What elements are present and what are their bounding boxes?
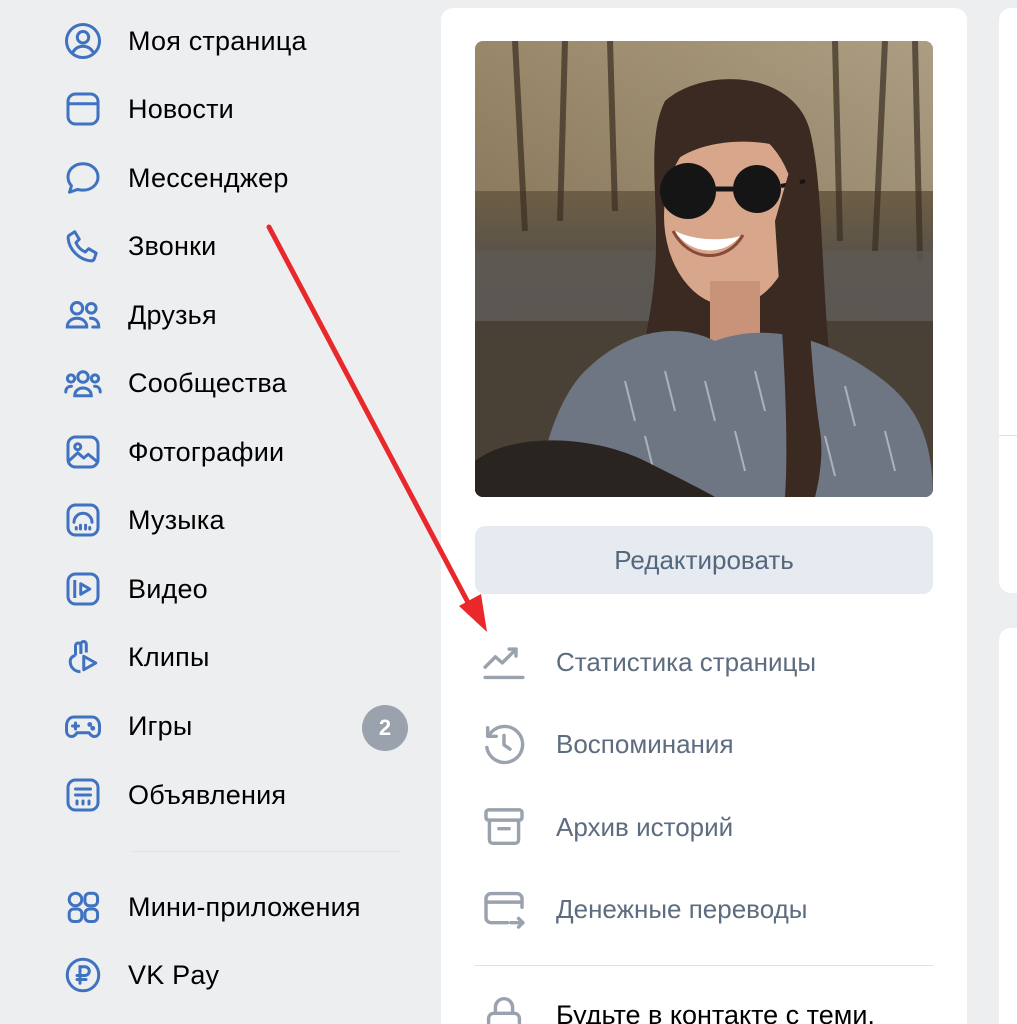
phone-icon [58,221,108,271]
sidebar-item-label: Музыка [128,504,225,535]
sidebar-item-mini-apps[interactable]: Мини-приложения [62,882,422,932]
friends-icon [58,290,108,340]
photo-icon [58,427,108,477]
sidebar-item-label: Клипы [128,641,210,672]
news-icon [58,84,108,134]
user-circle-icon [58,16,108,66]
sidebar-item-label: Звонки [128,230,217,261]
clips-icon [58,632,108,682]
sidebar-item-label: Сообщества [128,367,287,398]
sidebar-item-label: Объявления [128,779,287,810]
profile-photo-image [475,41,933,497]
gamepad-icon [58,701,108,751]
sidebar-item-friends[interactable]: Друзья [62,290,422,340]
right-card-divider [999,435,1017,436]
classifieds-icon [58,770,108,820]
communities-icon [58,358,108,408]
right-column-card [999,8,1017,593]
sidebar-item-classifieds[interactable]: Объявления [62,770,422,820]
sidebar-divider [133,851,401,852]
sidebar-item-label: Моя страница [128,25,307,56]
archive-box-icon [478,801,530,853]
sidebar-item-communities[interactable]: Сообщества [62,358,422,408]
menu-item-label: Статистика страницы [556,646,817,677]
sidebar-item-calls[interactable]: Звонки [62,221,422,271]
notification-badge: 2 [362,705,408,751]
profile-photo[interactable] [475,41,933,497]
sidebar-item-messenger[interactable]: Мессенджер [62,153,422,203]
sidebar-item-photos[interactable]: Фотографии [62,427,422,477]
sidebar-item-news[interactable]: Новости [62,84,422,134]
sidebar-item-label: Новости [128,93,234,124]
menu-item-label: Воспоминания [556,728,734,759]
menu-item-page-stats[interactable]: Статистика страницы [478,632,928,692]
sidebar-item-label: Мини-приложения [128,891,361,922]
vkpay-icon [58,950,108,1000]
left-sidebar: Моя страница Новости Мессенджер Звонки Д… [0,0,430,1024]
privacy-notice-text: Будьте в контакте с теми, [556,999,875,1024]
video-icon [58,564,108,614]
lock-icon [478,989,530,1024]
menu-item-stories-archive[interactable]: Архив историй [478,797,928,857]
sidebar-item-music[interactable]: Музыка [62,495,422,545]
right-column-card [999,628,1017,1024]
money-transfer-icon [478,883,530,935]
message-icon [58,153,108,203]
sidebar-item-label: Видео [128,573,208,604]
menu-item-label: Архив историй [556,811,734,842]
music-icon [58,495,108,545]
sidebar-item-label: Друзья [128,299,217,330]
sidebar-item-games[interactable]: Игры 2 [62,701,422,751]
menu-item-label: Денежные переводы [556,893,808,924]
privacy-notice[interactable]: Будьте в контакте с теми, [478,990,938,1024]
sidebar-item-video[interactable]: Видео [62,564,422,614]
sidebar-item-clips[interactable]: Клипы [62,632,422,682]
sidebar-item-my-page[interactable]: Моя страница [62,16,422,66]
sidebar-item-label: VK Pay [128,959,220,990]
history-clock-icon [478,718,530,770]
apps-icon [58,882,108,932]
sidebar-item-vk-pay[interactable]: VK Pay [62,950,422,1000]
sidebar-item-label: Игры [128,710,193,741]
card-divider [475,965,933,966]
menu-item-memories[interactable]: Воспоминания [478,714,928,774]
edit-profile-button[interactable]: Редактировать [475,526,933,594]
menu-item-money-transfers[interactable]: Денежные переводы [478,879,928,939]
sidebar-item-label: Фотографии [128,436,285,467]
sidebar-item-label: Мессенджер [128,162,289,193]
stats-chart-icon [478,636,530,688]
